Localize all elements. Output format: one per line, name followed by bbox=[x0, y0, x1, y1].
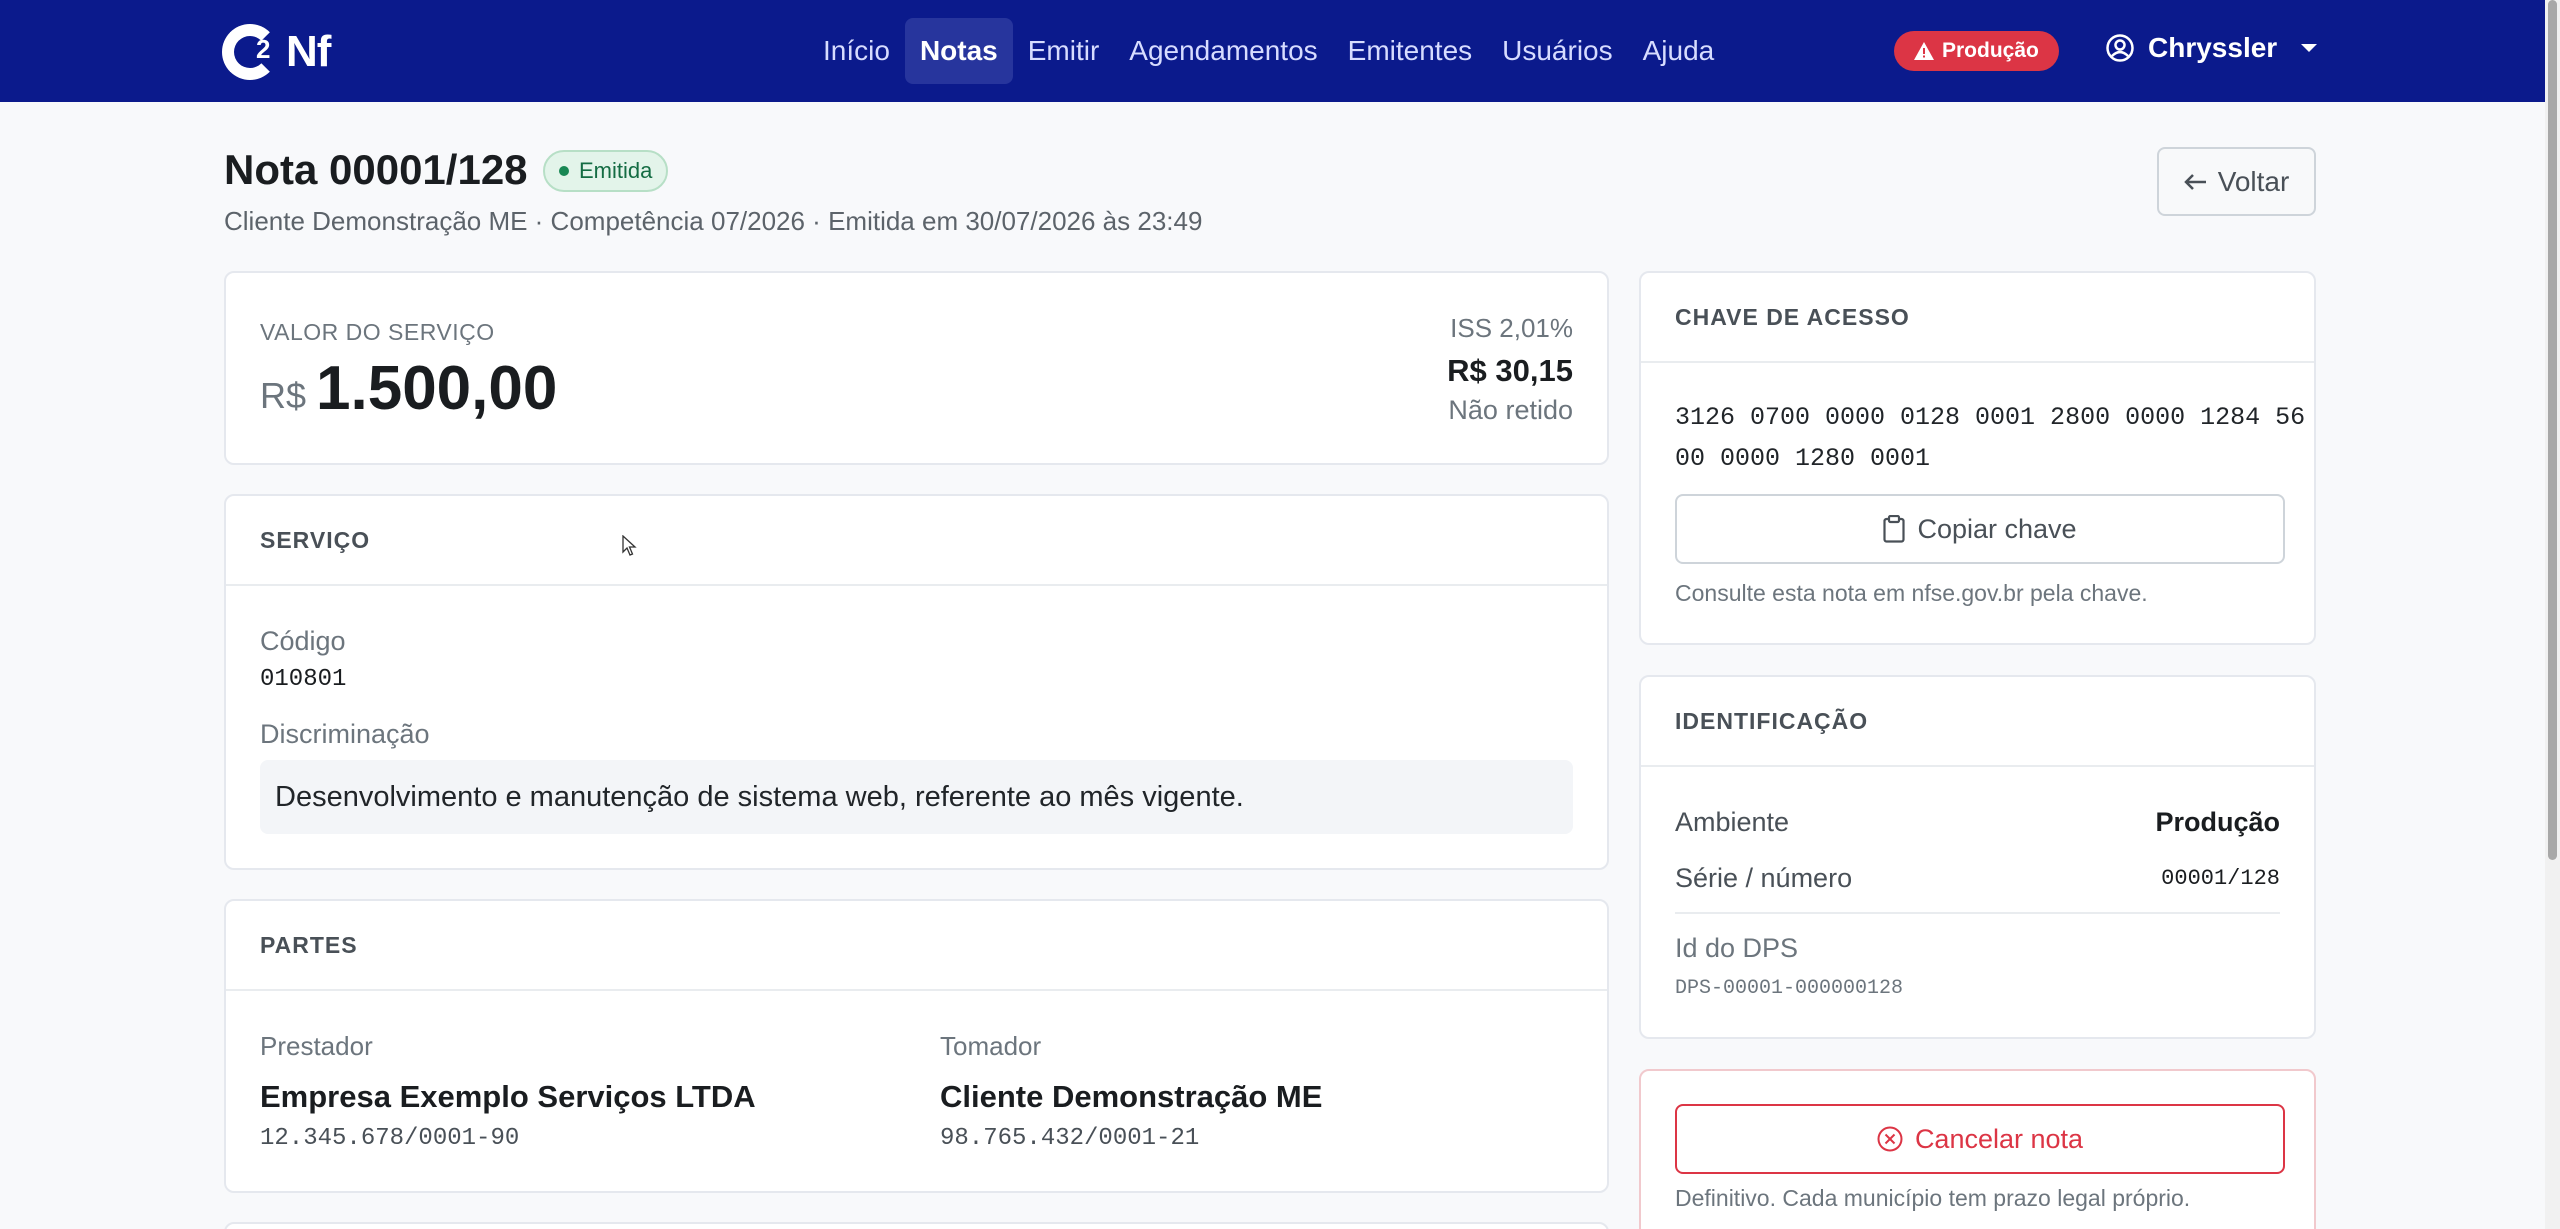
copy-key-button[interactable]: Copiar chave bbox=[1675, 494, 2285, 564]
identification-title: IDENTIFICAÇÃO bbox=[1641, 677, 2314, 767]
nav-item-emitentes[interactable]: Emitentes bbox=[1333, 18, 1488, 84]
customer-document: 98.765.432/0001-21 bbox=[940, 1125, 1200, 1152]
service-code: 010801 bbox=[260, 666, 347, 693]
nav-item-usuarios[interactable]: Usuários bbox=[1487, 18, 1627, 84]
cancel-note-hint: Definitivo. Cada município tem prazo leg… bbox=[1675, 1185, 2191, 1211]
environment-row: Ambiente Produção bbox=[1675, 807, 2280, 838]
customer-label: Tomador bbox=[940, 1031, 1042, 1061]
main-nav: Início Notas Emitir Agendamentos Emitent… bbox=[808, 18, 1729, 84]
cancel-card: Cancelar nota Definitivo. Cada município… bbox=[1639, 1069, 2316, 1229]
environment-label: Produção bbox=[1942, 39, 2039, 62]
access-key-value: 3126 0700 0000 0128 0001 2800 0000 1284 … bbox=[1675, 397, 2305, 479]
series-row-value: 00001/128 bbox=[2161, 866, 2280, 891]
top-navbar: 2 Nf Início Notas Emitir Agendamentos Em… bbox=[0, 0, 2545, 102]
environment-row-label: Ambiente bbox=[1675, 807, 1790, 837]
user-menu[interactable]: Chryssler bbox=[2106, 32, 2318, 64]
iss-rate: ISS 2,01% bbox=[1450, 313, 1573, 343]
dps-label: Id do DPS bbox=[1675, 933, 1799, 963]
series-row-label: Série / número bbox=[1675, 863, 1853, 893]
value-card: VALOR DO SERVIÇO R$ 1.500,00 ISS 2,01% R… bbox=[224, 271, 1609, 465]
access-key-line-2: 00 0000 1280 0001 bbox=[1675, 444, 1931, 473]
next-card-edge bbox=[224, 1222, 1609, 1229]
environment-badge: Produção bbox=[1894, 31, 2059, 71]
access-key-title: CHAVE DE ACESSO bbox=[1641, 273, 2314, 363]
user-name: Chryssler bbox=[2148, 32, 2278, 63]
series-row: Série / número 00001/128 bbox=[1675, 863, 2280, 914]
value-amount: 1.500,00 bbox=[316, 354, 558, 423]
provider-document: 12.345.678/0001-90 bbox=[260, 1125, 520, 1152]
value-currency: R$ bbox=[260, 375, 307, 416]
service-card-title: SERVIÇO bbox=[226, 496, 1607, 586]
provider-label: Prestador bbox=[260, 1031, 373, 1061]
page-subtitle: Cliente Demonstração ME · Competência 07… bbox=[224, 206, 1203, 236]
environment-row-value: Produção bbox=[2155, 807, 2280, 837]
cancel-note-button[interactable]: Cancelar nota bbox=[1675, 1104, 2285, 1174]
identification-card: IDENTIFICAÇÃO Ambiente Produção Série / … bbox=[1639, 675, 2316, 1039]
app-logo[interactable]: 2 Nf bbox=[222, 22, 331, 82]
status-dot-icon bbox=[559, 166, 569, 176]
provider-name: Empresa Exemplo Serviços LTDA bbox=[260, 1079, 756, 1114]
warning-icon bbox=[1914, 42, 1934, 60]
nav-item-ajuda[interactable]: Ajuda bbox=[1628, 18, 1730, 84]
x-circle-icon bbox=[1877, 1126, 1903, 1152]
arrow-left-icon bbox=[2183, 173, 2206, 190]
clipboard-icon bbox=[1883, 515, 1906, 543]
iss-value: R$ 30,15 bbox=[1447, 353, 1573, 388]
service-card: SERVIÇO Código 010801 Discriminação Dese… bbox=[224, 494, 1609, 870]
iss-status: Não retido bbox=[1448, 395, 1573, 425]
back-label: Voltar bbox=[2217, 165, 2290, 197]
mouse-cursor-icon bbox=[622, 535, 637, 556]
service-code-label: Código bbox=[260, 626, 346, 656]
nav-item-emitir[interactable]: Emitir bbox=[1013, 18, 1115, 84]
value-label: VALOR DO SERVIÇO bbox=[260, 319, 495, 345]
logo-text: Nf bbox=[286, 27, 331, 76]
access-key-card: CHAVE DE ACESSO 3126 0700 0000 0128 0001… bbox=[1639, 271, 2316, 645]
page-title: Nota 00001/128 bbox=[224, 146, 528, 193]
access-key-note: Consulte esta nota em nfse.gov.br pela c… bbox=[1675, 580, 2148, 606]
access-key-line-1: 3126 0700 0000 0128 0001 2800 0000 1284 … bbox=[1675, 403, 2306, 432]
status-label: Emitida bbox=[579, 158, 653, 183]
back-button[interactable]: Voltar bbox=[2157, 147, 2316, 216]
chevron-down-icon bbox=[2301, 44, 2318, 52]
nav-item-notas[interactable]: Notas bbox=[904, 18, 1013, 84]
parties-card-title: PARTES bbox=[226, 901, 1607, 991]
nav-item-inicio[interactable]: Início bbox=[808, 18, 905, 84]
parties-card: PARTES Prestador Empresa Exemplo Serviço… bbox=[224, 899, 1609, 1193]
scrollbar-thumb[interactable] bbox=[2548, 0, 2557, 860]
service-description: Desenvolvimento e manutenção de sistema … bbox=[260, 760, 1573, 834]
service-description-text: Desenvolvimento e manutenção de sistema … bbox=[275, 780, 1244, 813]
nav-item-agendamentos[interactable]: Agendamentos bbox=[1114, 18, 1332, 84]
service-description-label: Discriminação bbox=[260, 719, 430, 749]
page-scrollbar[interactable] bbox=[2545, 0, 2560, 1229]
logo-c-mark: 2 bbox=[222, 24, 278, 80]
customer-name: Cliente Demonstração ME bbox=[940, 1079, 1323, 1114]
dps-value: DPS-00001-000000128 bbox=[1675, 977, 1904, 1000]
user-circle-icon bbox=[2106, 34, 2134, 62]
copy-key-label: Copiar chave bbox=[1917, 513, 2077, 544]
cancel-note-label: Cancelar nota bbox=[1914, 1123, 2084, 1154]
status-badge: Emitida bbox=[543, 150, 669, 192]
